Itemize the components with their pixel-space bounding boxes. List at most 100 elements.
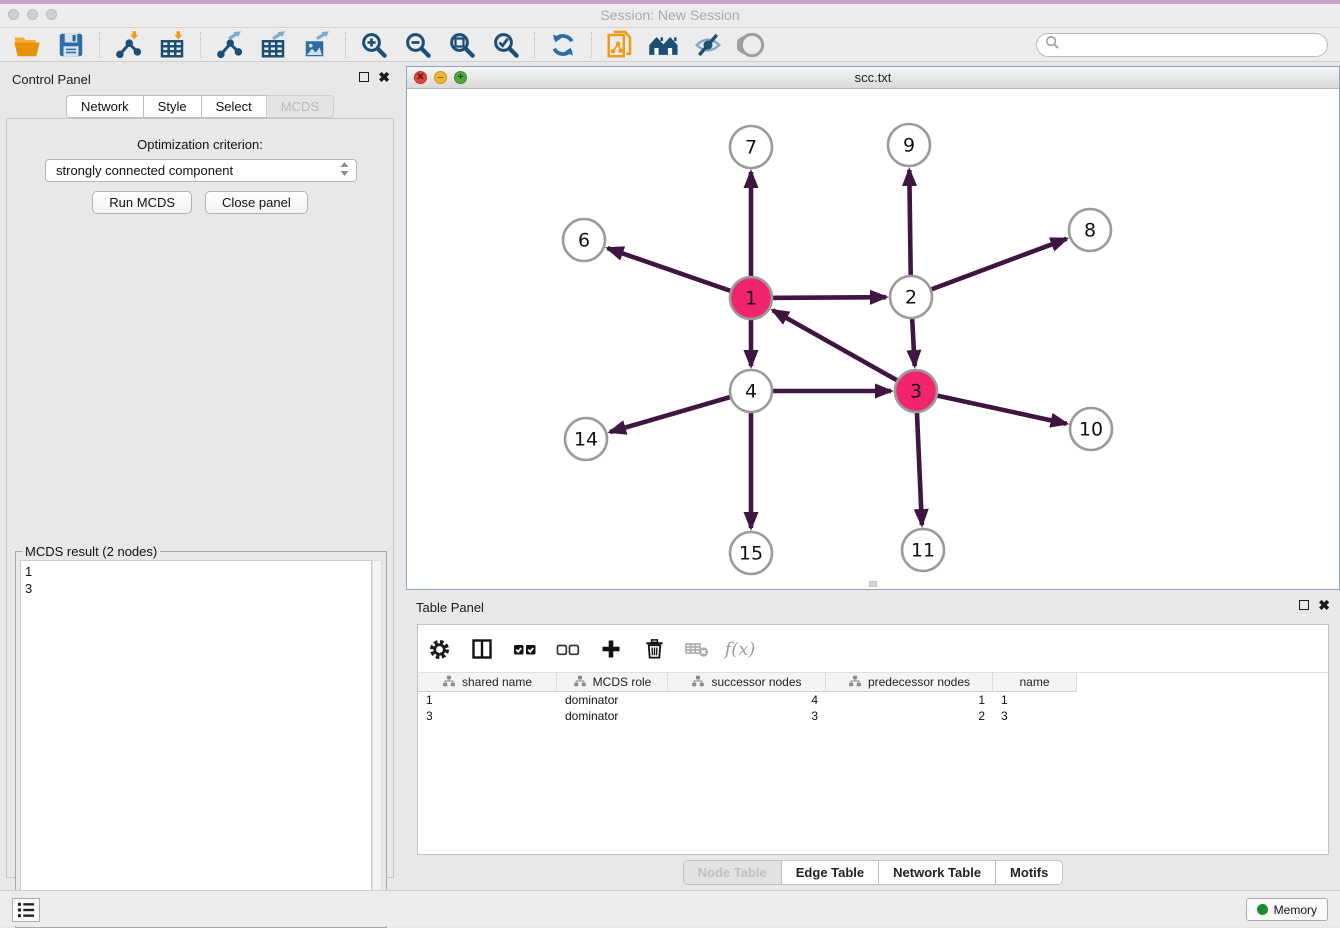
- mcds-result-scrollbar[interactable]: [372, 560, 382, 923]
- tab-network-table[interactable]: Network Table: [878, 860, 995, 885]
- svg-text:3: 3: [910, 381, 922, 403]
- canvas-scrollbar-handle[interactable]: [869, 581, 877, 587]
- tab-network[interactable]: Network: [66, 95, 143, 118]
- control-panel-float-icon[interactable]: [359, 72, 369, 82]
- network-view-window: ✕ – + scc.txt 1 2 3 4 6 7 8 9 10 11 14 15: [406, 66, 1340, 590]
- network-canvas[interactable]: 1 2 3 4 6 7 8 9 10 11 14 15: [407, 89, 1339, 589]
- tab-edge-table[interactable]: Edge Table: [781, 860, 878, 885]
- table-settings-icon[interactable]: [426, 636, 452, 662]
- node-4[interactable]: 4: [730, 370, 772, 412]
- zoom-out-icon[interactable]: [401, 30, 435, 60]
- node-9[interactable]: 9: [888, 124, 930, 166]
- open-file-icon[interactable]: [10, 30, 44, 60]
- criterion-select[interactable]: strongly connected component: [45, 159, 357, 182]
- mcds-result-group: MCDS result (2 nodes) 1 3: [15, 551, 387, 928]
- new-network-from-selection-icon[interactable]: [603, 30, 637, 60]
- table-cell[interactable]: 2: [826, 709, 993, 723]
- select-all-columns-icon[interactable]: [512, 636, 538, 662]
- delete-columns-icon[interactable]: [641, 636, 667, 662]
- node-14[interactable]: 14: [565, 418, 607, 460]
- refresh-icon[interactable]: [546, 30, 580, 60]
- node-3[interactable]: 3: [895, 370, 937, 412]
- memory-label: Memory: [1274, 903, 1317, 917]
- zoom-fit-icon[interactable]: [445, 30, 479, 60]
- node-2[interactable]: 2: [890, 276, 932, 318]
- node-7[interactable]: 7: [730, 126, 772, 168]
- node-10[interactable]: 10: [1070, 408, 1112, 450]
- create-new-column-icon[interactable]: [598, 636, 624, 662]
- window-top-strip: [0, 0, 1340, 4]
- table-cell[interactable]: 3: [668, 709, 826, 723]
- table-row[interactable]: 3dominator323: [418, 708, 1328, 724]
- table-toolbar: f(x): [426, 631, 753, 667]
- edge-3-1[interactable]: [773, 310, 916, 391]
- node-6[interactable]: 6: [563, 219, 605, 261]
- tab-motifs[interactable]: Motifs: [995, 860, 1063, 885]
- memory-status-icon: [1257, 904, 1268, 915]
- column-header-shared-name[interactable]: shared name: [418, 673, 557, 692]
- search-icon: [1045, 35, 1060, 55]
- table-panel-float-icon[interactable]: [1299, 600, 1309, 610]
- export-table-icon[interactable]: [256, 30, 290, 60]
- task-history-button[interactable]: [12, 898, 40, 922]
- table-cell[interactable]: 3: [993, 709, 1077, 723]
- network-window-titlebar[interactable]: ✕ – + scc.txt: [407, 67, 1339, 89]
- control-panel-title: Control Panel: [12, 72, 91, 87]
- node-8[interactable]: 8: [1069, 209, 1111, 251]
- svg-text:9: 9: [903, 135, 915, 157]
- node-1[interactable]: 1: [730, 277, 772, 319]
- tab-node-table[interactable]: Node Table: [683, 860, 781, 885]
- table-cell[interactable]: 4: [668, 693, 826, 707]
- unselect-all-columns-icon[interactable]: [555, 636, 581, 662]
- app-title-bar: Session: New Session: [0, 0, 1340, 28]
- import-network-icon[interactable]: [111, 30, 145, 60]
- zoom-in-icon[interactable]: [357, 30, 391, 60]
- optimization-criterion-label: Optimization criterion:: [7, 137, 393, 152]
- svg-text:15: 15: [739, 543, 763, 565]
- run-mcds-button[interactable]: Run MCDS: [92, 191, 192, 214]
- table-cell[interactable]: 1: [826, 693, 993, 707]
- table-panel-tabs: Node TableEdge TableNetwork TableMotifs: [406, 860, 1340, 885]
- memory-button[interactable]: Memory: [1246, 898, 1328, 921]
- edge-3-10[interactable]: [916, 391, 1067, 424]
- import-table-icon[interactable]: [155, 30, 189, 60]
- table-cell[interactable]: dominator: [557, 693, 668, 707]
- table-cell[interactable]: 3: [418, 709, 557, 723]
- toolbar-separator: [200, 32, 201, 58]
- table-cell[interactable]: 1: [993, 693, 1077, 707]
- export-image-icon[interactable]: [300, 30, 334, 60]
- toolbar-separator: [345, 32, 346, 58]
- search-box[interactable]: [1036, 33, 1328, 57]
- control-panel-close-icon[interactable]: ✖: [378, 72, 390, 82]
- export-network-icon[interactable]: [212, 30, 246, 60]
- column-header-successor-nodes[interactable]: successor nodes: [668, 673, 826, 692]
- first-neighbors-icon[interactable]: [647, 30, 681, 60]
- show-columns-icon[interactable]: [469, 636, 495, 662]
- tab-mcds[interactable]: MCDS: [266, 95, 334, 118]
- column-header-MCDS-role[interactable]: MCDS role: [557, 673, 668, 692]
- table-row[interactable]: 1dominator411: [418, 692, 1328, 708]
- table-panel-close-icon[interactable]: ✖: [1318, 600, 1330, 610]
- node-11[interactable]: 11: [902, 529, 944, 571]
- hierarchy-icon: [848, 674, 862, 691]
- svg-text:7: 7: [745, 137, 757, 159]
- tab-style[interactable]: Style: [143, 95, 201, 118]
- hide-graphics-details-icon[interactable]: [691, 30, 725, 60]
- mcds-result-text[interactable]: 1 3: [20, 560, 372, 923]
- column-header-predecessor-nodes[interactable]: predecessor nodes: [826, 673, 993, 692]
- save-session-icon[interactable]: [54, 30, 88, 60]
- control-panel: Control Panel ✖ NetworkStyleSelectMCDS O…: [0, 62, 400, 890]
- edge-2-8[interactable]: [911, 239, 1067, 297]
- close-panel-button[interactable]: Close panel: [205, 191, 308, 214]
- tab-select[interactable]: Select: [201, 95, 266, 118]
- show-graphics-details-icon[interactable]: [735, 30, 769, 60]
- table-cell[interactable]: 1: [418, 693, 557, 707]
- column-header-name[interactable]: name: [993, 673, 1077, 692]
- search-input[interactable]: [1060, 36, 1327, 54]
- table-cell[interactable]: dominator: [557, 709, 668, 723]
- node-15[interactable]: 15: [730, 532, 772, 574]
- table-panel-title: Table Panel: [416, 600, 484, 615]
- zoom-selected-icon[interactable]: [489, 30, 523, 60]
- edge-1-6[interactable]: [608, 248, 751, 298]
- svg-text:11: 11: [911, 540, 935, 562]
